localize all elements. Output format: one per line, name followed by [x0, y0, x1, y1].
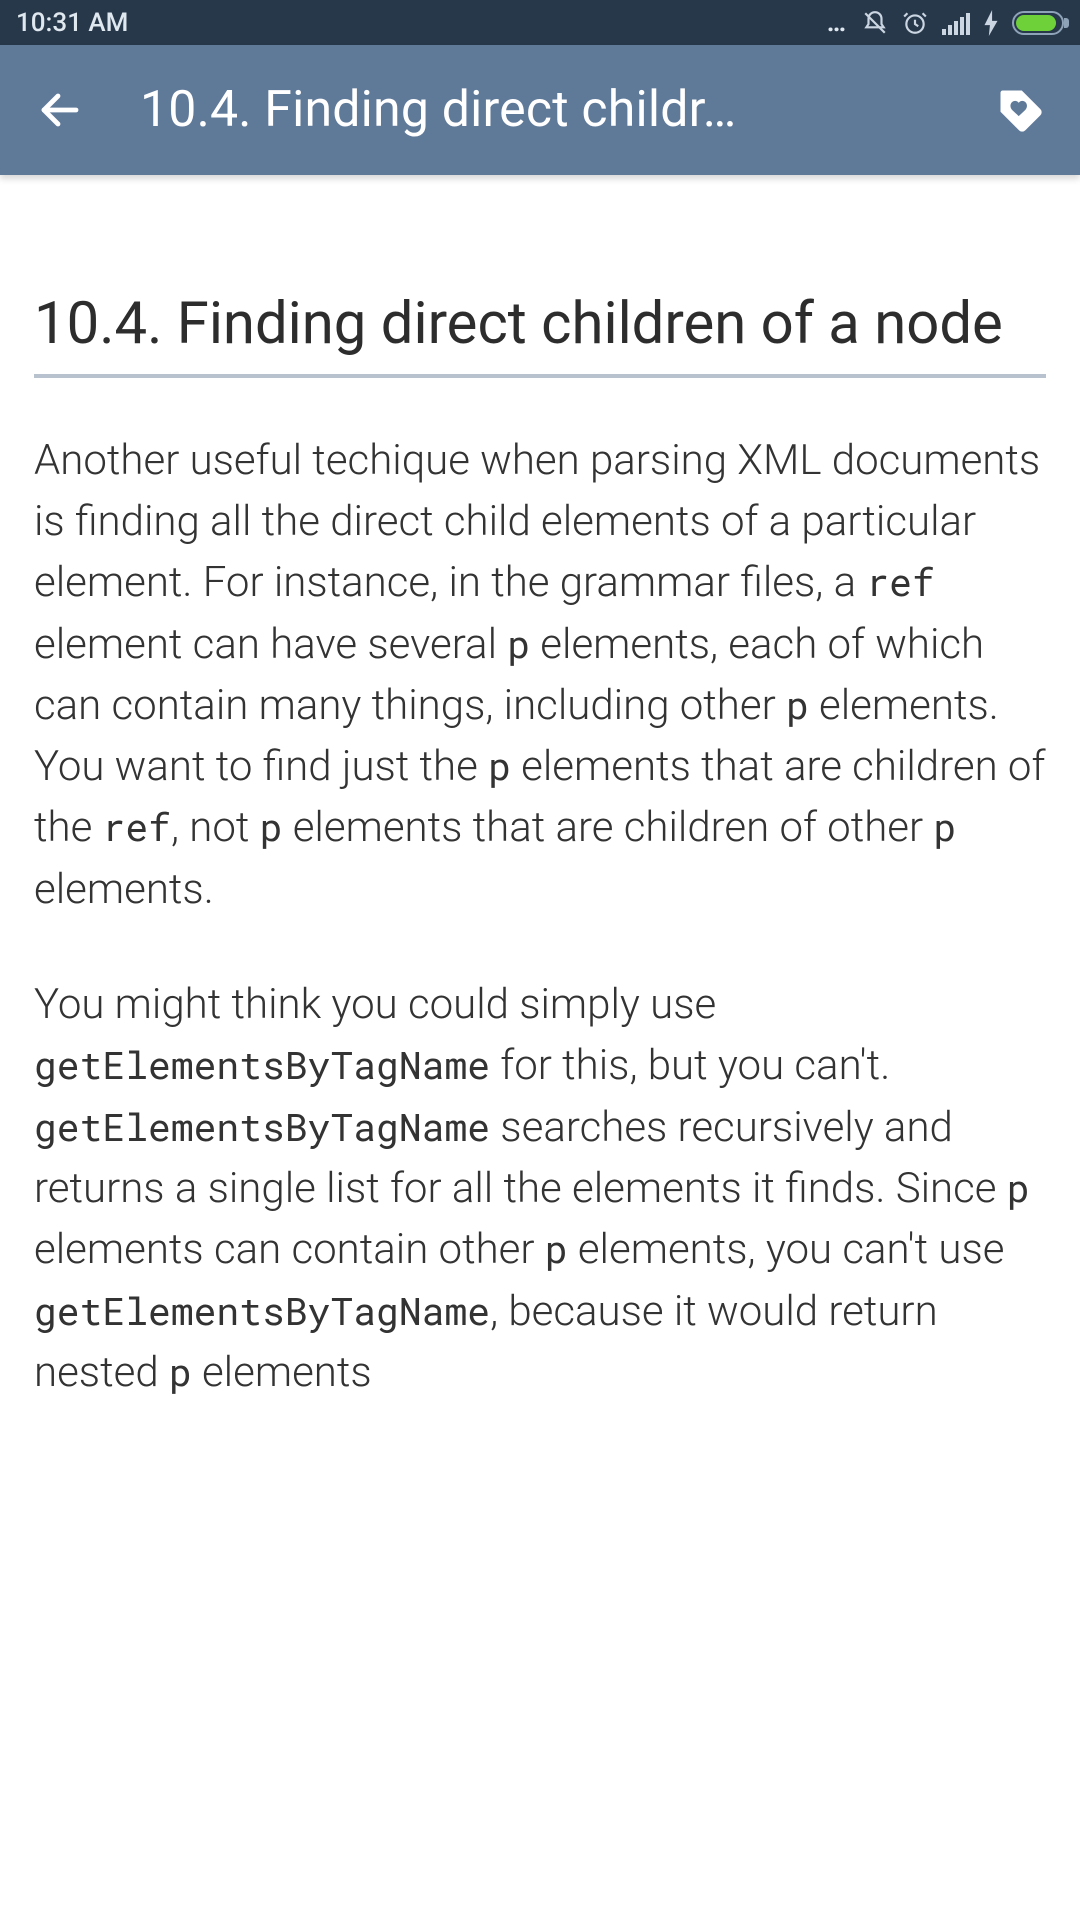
- signal-icon: [942, 11, 970, 35]
- bookmark-tag-button[interactable]: [988, 78, 1052, 142]
- article-content[interactable]: 10.4. Finding direct children of a node …: [0, 175, 1080, 1920]
- text: You might think you could simply use: [34, 980, 716, 1029]
- appbar-title: 10.4. Finding direct childr…: [140, 81, 964, 139]
- back-button[interactable]: [28, 78, 92, 142]
- code-p: p: [488, 741, 511, 791]
- text: elements, you can't use: [568, 1225, 1005, 1274]
- text: elements.: [34, 865, 214, 914]
- dnd-silent-icon: [862, 10, 888, 36]
- code-p: p: [545, 1224, 568, 1274]
- paragraph-2: You might think you could simply use get…: [34, 974, 1046, 1403]
- tag-heart-icon: [994, 84, 1046, 136]
- code-p: p: [169, 1347, 192, 1397]
- code-getelements: getElementsByTagName: [34, 1102, 490, 1152]
- charging-icon: [984, 10, 998, 36]
- code-getelements: getElementsByTagName: [34, 1040, 490, 1090]
- arrow-left-icon: [36, 86, 84, 134]
- status-time: 10:31 AM: [16, 8, 128, 38]
- code-ref: ref: [103, 802, 171, 852]
- status-bar: 10:31 AM …: [0, 0, 1080, 45]
- app-bar: 10.4. Finding direct childr…: [0, 45, 1080, 175]
- text: element can have several: [34, 620, 507, 669]
- code-p: p: [786, 680, 809, 730]
- alarm-icon: [902, 10, 928, 36]
- paragraph-1: Another useful techique when parsing XML…: [34, 430, 1046, 921]
- battery-icon: [1012, 11, 1064, 35]
- code-ref: ref: [866, 557, 934, 607]
- code-getelements: getElementsByTagName: [34, 1286, 490, 1336]
- code-p: p: [260, 802, 283, 852]
- code-p: p: [1007, 1163, 1030, 1213]
- code-p: p: [507, 619, 530, 669]
- code-p: p: [933, 802, 956, 852]
- text: elements: [192, 1348, 372, 1397]
- more-icon: …: [827, 8, 848, 38]
- text: , not: [171, 803, 260, 852]
- text: elements can contain other: [34, 1225, 545, 1274]
- article-heading: 10.4. Finding direct children of a node: [34, 290, 1046, 378]
- status-icons: …: [827, 8, 1064, 38]
- text: elements that are children of other: [282, 803, 933, 852]
- text: for this, but you can't.: [490, 1041, 890, 1090]
